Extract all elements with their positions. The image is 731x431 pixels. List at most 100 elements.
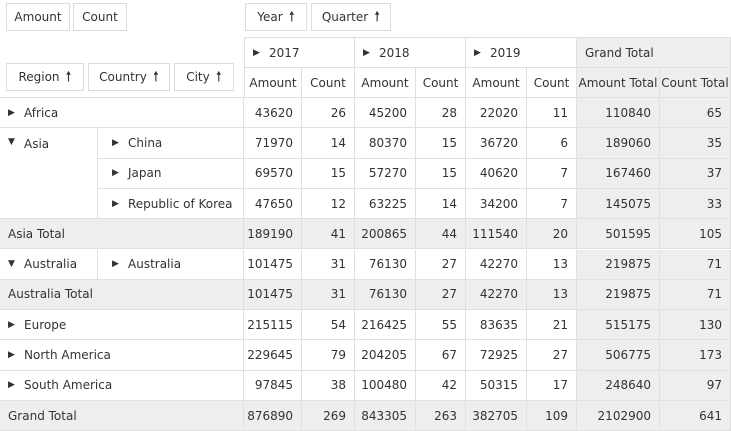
value-cell: 7 xyxy=(527,158,577,189)
value-cell: 79 xyxy=(302,340,355,371)
grand-total-header: Grand Total xyxy=(577,37,731,68)
expand-arrow-icon[interactable]: ▶ xyxy=(112,199,120,209)
sort-ascending-icon: 🠕 xyxy=(152,69,159,85)
value-cell: 71970 xyxy=(244,128,302,159)
sort-ascending-icon: 🠕 xyxy=(65,69,72,85)
value-cell: 13 xyxy=(527,249,577,280)
country-field-chip[interactable]: Country 🠕 xyxy=(88,63,170,91)
value-cell: 189190 xyxy=(244,219,302,250)
value-cell: 34200 xyxy=(466,188,527,220)
value-cell: 14 xyxy=(302,128,355,159)
country-field-label: Country xyxy=(99,70,147,84)
year-label: 2018 xyxy=(379,45,410,60)
measure-header[interactable]: Amount xyxy=(466,68,527,98)
value-cell: 130 xyxy=(660,310,731,341)
value-cell: 44 xyxy=(416,219,466,250)
value-cell: 31 xyxy=(302,279,355,311)
expand-arrow-icon[interactable]: ▶ xyxy=(8,350,16,360)
value-cell: 501595 xyxy=(577,219,660,250)
year-header-2019[interactable]: ▶ 2019 xyxy=(466,37,577,68)
value-cell: 173 xyxy=(660,340,731,371)
value-cell: 80370 xyxy=(355,128,416,159)
region-label: Asia xyxy=(24,137,50,152)
expand-arrow-icon[interactable]: ▶ xyxy=(8,108,16,118)
count-field-chip[interactable]: Count xyxy=(73,3,127,31)
region-label: Africa xyxy=(24,105,59,120)
value-cell: 13 xyxy=(527,279,577,311)
value-cell: 101475 xyxy=(244,249,302,280)
value-cell: 26 xyxy=(302,98,355,129)
sort-ascending-icon: 🠕 xyxy=(374,9,381,25)
country-cell[interactable]: ▶ Australia xyxy=(98,249,244,280)
value-cell: 27 xyxy=(416,249,466,280)
value-cell: 72925 xyxy=(466,340,527,371)
expand-arrow-icon[interactable]: ▶ xyxy=(363,48,371,58)
value-cell: 876890 xyxy=(244,401,302,431)
value-cell: 111540 xyxy=(466,219,527,250)
region-cell-asia[interactable]: ▼ Asia xyxy=(0,128,98,220)
subtotal-row-label: Australia Total xyxy=(0,279,244,311)
region-cell[interactable]: ▶ North America xyxy=(0,340,244,371)
value-cell: 189060 xyxy=(577,128,660,159)
value-cell: 42 xyxy=(416,370,466,401)
value-cell: 65 xyxy=(660,98,731,129)
value-cell: 22020 xyxy=(466,98,527,129)
value-cell: 43620 xyxy=(244,98,302,129)
year-header-2018[interactable]: ▶ 2018 xyxy=(355,37,466,68)
region-cell[interactable]: ▶ Africa xyxy=(0,98,244,129)
region-cell[interactable]: ▶ Europe xyxy=(0,310,244,341)
value-cell: 110840 xyxy=(577,98,660,129)
value-cell: 57270 xyxy=(355,158,416,189)
country-cell[interactable]: ▶ Japan xyxy=(98,158,244,189)
year-field-chip[interactable]: Year 🠕 xyxy=(245,3,307,31)
value-cell: 15 xyxy=(302,158,355,189)
value-cell: 7 xyxy=(527,188,577,220)
value-cell: 17 xyxy=(527,370,577,401)
value-cell: 105 xyxy=(660,219,731,250)
year-header-2017[interactable]: ▶ 2017 xyxy=(244,37,355,68)
value-cell: 76130 xyxy=(355,279,416,311)
measure-header[interactable]: Amount xyxy=(244,68,302,98)
region-cell[interactable]: ▶ South America xyxy=(0,370,244,401)
expand-arrow-icon[interactable]: ▶ xyxy=(8,320,16,330)
grand-total-row-label: Grand Total xyxy=(0,401,244,431)
measure-header[interactable]: Amount Total xyxy=(577,68,660,98)
sort-ascending-icon: 🠕 xyxy=(215,69,222,85)
expand-arrow-icon[interactable]: ▶ xyxy=(112,138,120,148)
sort-ascending-icon: 🠕 xyxy=(288,9,295,25)
value-cell: 38 xyxy=(302,370,355,401)
value-cell: 200865 xyxy=(355,219,416,250)
value-cell: 15 xyxy=(416,128,466,159)
value-cell: 269 xyxy=(302,401,355,431)
city-field-chip[interactable]: City 🠕 xyxy=(174,63,234,91)
region-cell[interactable]: ▼ Australia xyxy=(0,249,98,280)
value-cell: 71 xyxy=(660,279,731,311)
measure-header[interactable]: Count xyxy=(527,68,577,98)
value-cell: 263 xyxy=(416,401,466,431)
value-cell: 67 xyxy=(416,340,466,371)
expand-arrow-icon[interactable]: ▶ xyxy=(112,259,120,269)
expand-arrow-icon[interactable]: ▶ xyxy=(253,48,261,58)
amount-field-chip[interactable]: Amount xyxy=(6,3,70,31)
collapse-arrow-icon[interactable]: ▼ xyxy=(8,259,16,269)
quarter-field-chip[interactable]: Quarter 🠕 xyxy=(311,3,391,31)
subtotal-row-label: Asia Total xyxy=(0,219,244,250)
value-cell: 50315 xyxy=(466,370,527,401)
expand-arrow-icon[interactable]: ▶ xyxy=(112,168,120,178)
value-cell: 219875 xyxy=(577,279,660,311)
country-cell[interactable]: ▶ Republic of Korea xyxy=(98,188,244,220)
measure-header[interactable]: Count xyxy=(416,68,466,98)
measure-header[interactable]: Count xyxy=(302,68,355,98)
region-field-chip[interactable]: Region 🠕 xyxy=(6,63,84,91)
expand-arrow-icon[interactable]: ▶ xyxy=(474,48,482,58)
country-cell[interactable]: ▶ China xyxy=(98,128,244,159)
region-label: South America xyxy=(24,378,113,393)
measure-header[interactable]: Count Total xyxy=(660,68,731,98)
value-cell: 515175 xyxy=(577,310,660,341)
value-cell: 12 xyxy=(302,188,355,220)
value-cell: 100480 xyxy=(355,370,416,401)
collapse-arrow-icon[interactable]: ▼ xyxy=(8,137,16,147)
expand-arrow-icon[interactable]: ▶ xyxy=(8,380,16,390)
measure-header[interactable]: Amount xyxy=(355,68,416,98)
value-cell: 6 xyxy=(527,128,577,159)
